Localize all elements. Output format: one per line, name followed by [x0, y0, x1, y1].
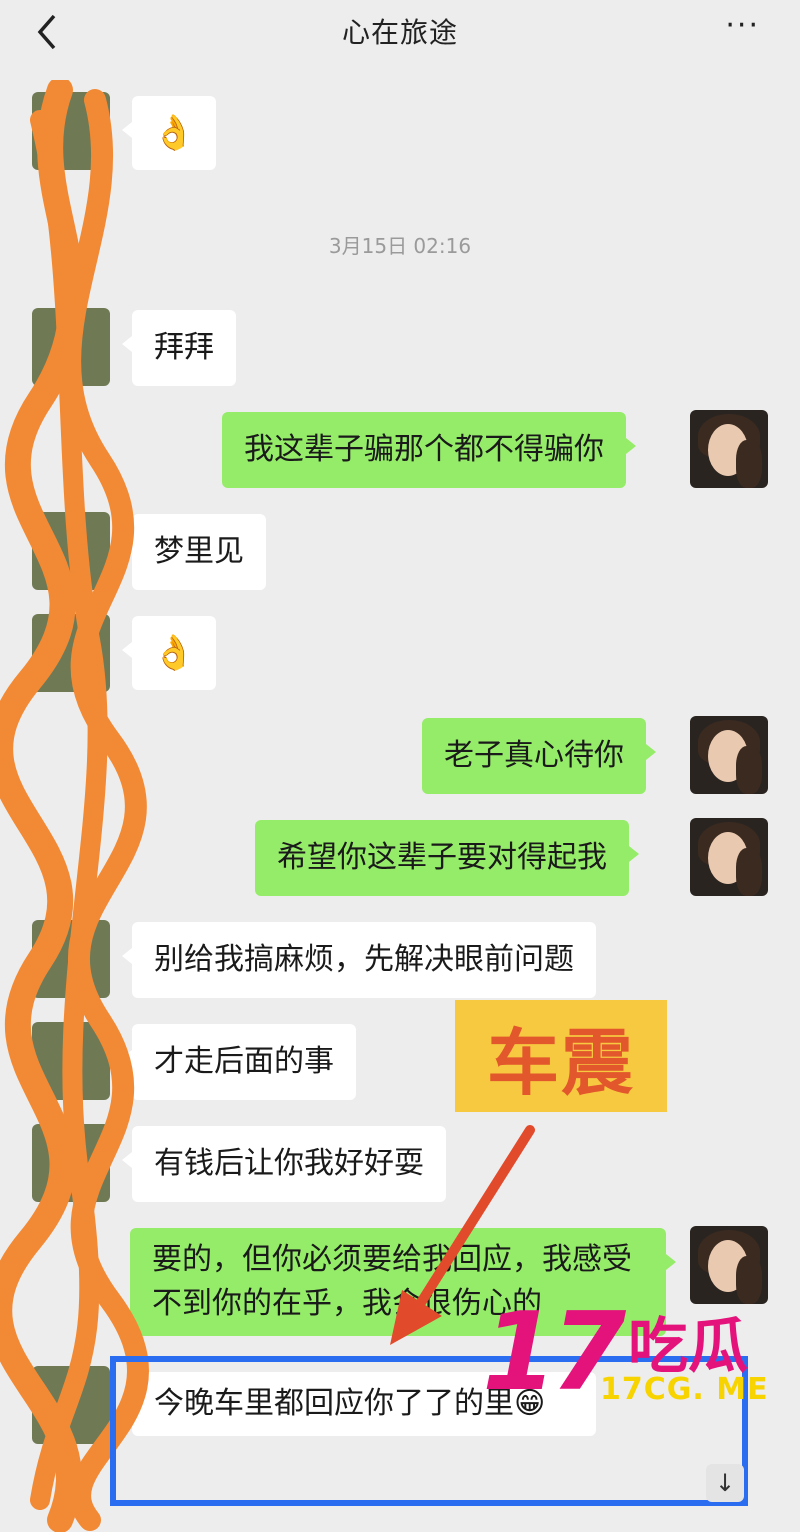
- message-text: 梦里见: [154, 534, 244, 569]
- message-text: 拜拜: [154, 330, 214, 365]
- annotation-label: 车震: [486, 1020, 635, 1105]
- ok-hand-emoji: 👌: [152, 113, 196, 153]
- ok-hand-emoji: 👌: [152, 633, 196, 673]
- message-bubble-sent[interactable]: 希望你这辈子要对得起我: [255, 820, 639, 896]
- more-options-button[interactable]: ···: [725, 11, 760, 41]
- redaction-scribble: [0, 80, 149, 1532]
- message-text: 希望你这辈子要对得起我: [277, 840, 607, 875]
- back-button[interactable]: [30, 8, 74, 56]
- back-arrow-icon: [37, 14, 56, 50]
- message-bubble-received[interactable]: 才走后面的事: [122, 1024, 356, 1100]
- message-bubble-sent[interactable]: 我这辈子骗那个都不得骗你: [222, 412, 636, 488]
- self-avatar[interactable]: [690, 716, 768, 794]
- chat-title: 心在旅途: [341, 16, 458, 49]
- scroll-to-bottom-button[interactable]: ↓: [706, 1464, 744, 1502]
- message-bubble-received[interactable]: 梦里见: [122, 514, 266, 590]
- message-text: 才走后面的事: [154, 1044, 334, 1079]
- message-text: 老子真心待你: [444, 738, 624, 773]
- message-bubble-received[interactable]: 别给我搞麻烦，先解决眼前问题: [122, 922, 596, 998]
- self-avatar[interactable]: [690, 818, 768, 896]
- watermark-url: 17CG. ME: [600, 1372, 769, 1407]
- self-avatar[interactable]: [690, 410, 768, 488]
- annotation-label-box: 车震: [455, 1000, 667, 1112]
- chat-header: 心在旅途 ···: [0, 0, 800, 62]
- message-text: 别给我搞麻烦，先解决眼前问题: [154, 942, 574, 977]
- arrow-down-icon: ↓: [714, 1469, 736, 1497]
- message-text: 我这辈子骗那个都不得骗你: [244, 432, 604, 467]
- self-avatar[interactable]: [690, 1226, 768, 1304]
- message-bubble-sent[interactable]: 老子真心待你: [422, 718, 656, 794]
